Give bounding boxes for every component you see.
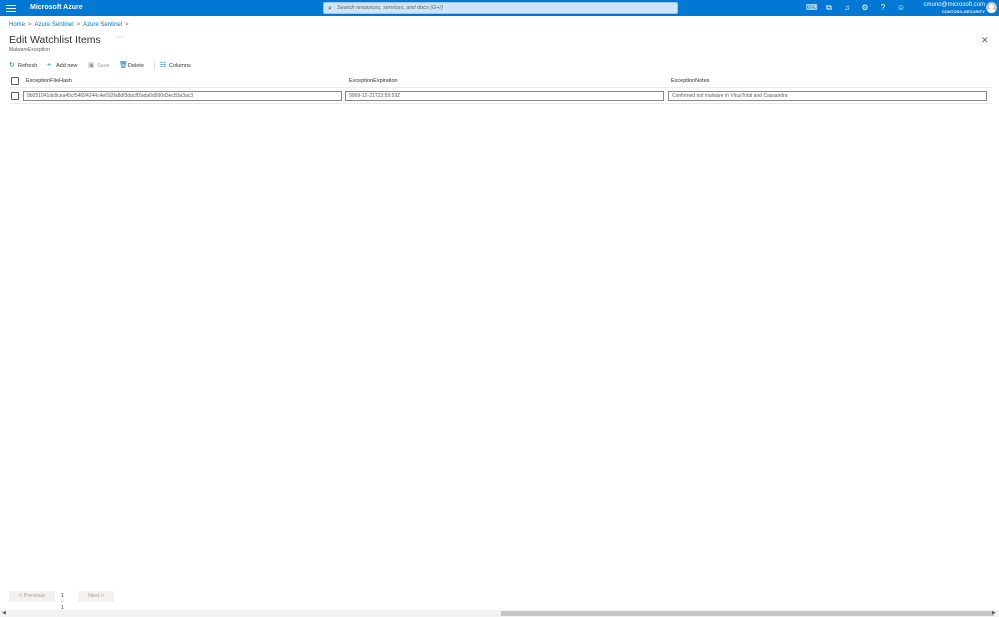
columns-label: Columns — [169, 63, 191, 69]
breadcrumb-azure-sentinel[interactable]: Azure Sentinel — [35, 22, 74, 28]
account-email: cmuno@microsoft.com — [923, 2, 985, 8]
breadcrumb-separator: > — [125, 22, 129, 28]
table-row: 9b051041dc8cea45cf54694244c4e692fa8df3da… — [9, 89, 992, 104]
scroll-left-icon[interactable]: ◀ — [2, 610, 6, 617]
add-new-button[interactable]: + Add new — [47, 61, 77, 71]
delete-icon: 🗑 — [119, 62, 128, 69]
breadcrumb: Home > Azure Sentinel > Azure Sentinel > — [9, 21, 132, 29]
notifications-icon[interactable]: ♫ — [842, 2, 852, 14]
columns-button[interactable]: ☷ Columns — [160, 61, 191, 71]
top-bar: Microsoft Azure ⌕ Search resources, serv… — [0, 0, 999, 16]
cloud-shell-icon[interactable]: ⌨ — [806, 2, 818, 14]
help-icon[interactable]: ? — [878, 2, 888, 14]
more-options-icon[interactable]: ··· — [116, 34, 125, 41]
close-icon[interactable]: ✕ — [981, 35, 989, 45]
page-title: Edit Watchlist Items — [9, 34, 101, 46]
notes-input[interactable]: Confirmed not malware in VirusTotal and … — [668, 91, 987, 101]
delete-label: Delete — [128, 63, 144, 69]
expiration-input[interactable]: 9999-12-31T23:59:59Z — [345, 91, 664, 101]
scroll-right-icon[interactable]: ▶ — [992, 610, 996, 617]
column-header-hash[interactable]: ExceptionFileHash — [26, 78, 72, 85]
feedback-icon[interactable]: ☺ — [896, 2, 906, 14]
row-checkbox[interactable] — [11, 92, 19, 100]
next-button[interactable]: Next > — [78, 591, 114, 602]
save-label: Save — [97, 63, 110, 69]
toolbar-divider — [154, 62, 155, 70]
refresh-label: Refresh — [18, 63, 38, 69]
save-icon: ▣ — [88, 62, 95, 69]
search-box[interactable]: ⌕ Search resources, services, and docs (… — [323, 2, 678, 14]
directory-filter-icon[interactable]: ⧉ — [824, 2, 834, 14]
settings-icon[interactable]: ⚙ — [860, 2, 870, 14]
breadcrumb-separator: > — [76, 22, 81, 28]
previous-button[interactable]: < Previous — [9, 591, 55, 602]
search-input[interactable]: Search resources, services, and docs (G+… — [337, 4, 443, 13]
page-range: 1 - 1 — [61, 593, 64, 611]
save-button[interactable]: ▣ Save — [88, 61, 110, 71]
search-icon: ⌕ — [328, 5, 332, 12]
hamburger-menu-icon[interactable] — [6, 3, 16, 13]
account-tenant: CONTOSO-SECURITY — [941, 9, 985, 14]
column-header-expiration[interactable]: ExceptionExpiration — [349, 78, 398, 85]
page-subtitle: MalwareException — [9, 47, 50, 53]
breadcrumb-azure-sentinel-workspace[interactable]: Azure Sentinel — [83, 22, 122, 28]
delete-button[interactable]: 🗑Delete — [119, 61, 144, 71]
breadcrumb-home[interactable]: Home — [9, 22, 25, 28]
account-info[interactable]: cmuno@microsoft.com CONTOSO-SECURITY — [924, 2, 985, 14]
hash-input[interactable]: 9b051041dc8cea45cf54694244c4e692fa8df3da… — [23, 91, 342, 101]
add-new-label: Add new — [56, 63, 78, 69]
breadcrumb-separator: > — [28, 22, 32, 28]
scrollbar-thumb[interactable] — [501, 611, 994, 616]
table-header: ExceptionFileHash ExceptionExpiration Ex… — [9, 75, 992, 88]
plus-icon: + — [47, 62, 52, 69]
select-all-checkbox[interactable] — [11, 77, 19, 85]
column-header-notes[interactable]: ExceptionNotes — [671, 78, 710, 85]
horizontal-scrollbar[interactable]: ◀ ▶ — [0, 610, 999, 617]
brand-title[interactable]: Microsoft Azure — [30, 3, 83, 13]
columns-icon: ☷ — [160, 62, 167, 69]
refresh-icon: ↻ — [9, 62, 15, 69]
refresh-button[interactable]: ↻ Refresh — [9, 61, 37, 71]
avatar[interactable] — [986, 2, 997, 13]
